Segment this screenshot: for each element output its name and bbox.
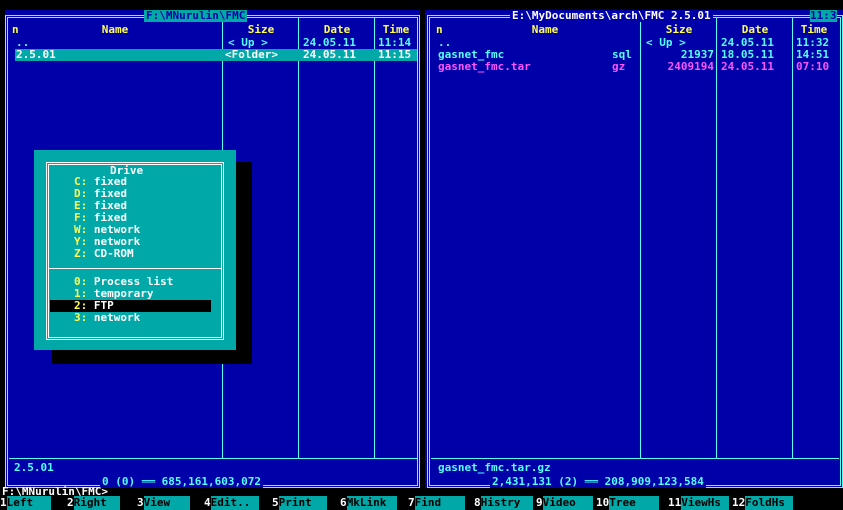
right-panel-path: E:\MyDocuments\arch\FMC 2.5.01: [510, 9, 713, 22]
list-item-size: 21937: [680, 49, 714, 61]
list-item-name[interactable]: gasnet_fmc: [438, 49, 598, 61]
list-item-size: < Up >: [228, 37, 268, 49]
list-item-date: 24.05.11: [303, 49, 356, 61]
fkey-num: 6: [340, 496, 347, 509]
fkey-5[interactable]: 5Print: [272, 496, 327, 510]
fkey-label: Print: [278, 496, 327, 510]
fkey-label: Video: [542, 496, 593, 510]
fkey-num: 1: [0, 496, 7, 509]
list-item-name[interactable]: ..: [16, 37, 216, 49]
fkey-10[interactable]: 10Tree: [596, 496, 660, 510]
fkey-7[interactable]: 7Find: [408, 496, 465, 510]
list-item-size: <Folder>: [225, 49, 278, 61]
fkey-num: 7: [408, 496, 415, 509]
fkey-label: Tree: [609, 496, 660, 510]
list-item-name[interactable]: ..: [438, 37, 598, 49]
left-current-file: 2.5.01: [14, 461, 54, 474]
clock: 11:3: [810, 9, 837, 22]
fkey-num: 10: [596, 496, 610, 509]
list-item-name[interactable]: gasnet_fmc.tar: [438, 61, 598, 73]
list-item-size: < Up >: [646, 37, 686, 49]
right-header-n: n: [436, 23, 443, 36]
left-col-divider: [298, 18, 299, 458]
right-col-divider: [640, 18, 641, 458]
list-item-date: 24.05.11: [303, 37, 356, 49]
menu-key: 3:: [74, 311, 88, 324]
drive-menu-separator: [49, 268, 221, 269]
left-header-n: n: [12, 23, 19, 36]
list-item-date: 24.05.11: [721, 61, 774, 73]
left-header-name[interactable]: Name: [40, 24, 190, 36]
right-header-time[interactable]: Time: [794, 24, 834, 36]
list-item-time: 11:32: [796, 37, 830, 49]
fkey-label: Edit..: [210, 496, 259, 510]
fkey-num: 5: [272, 496, 279, 509]
right-header-date[interactable]: Date: [718, 24, 792, 36]
left-header-date[interactable]: Date: [300, 24, 374, 36]
list-item-time: 11:14: [378, 37, 412, 49]
list-item-size: 2409194: [667, 61, 714, 73]
fkey-4[interactable]: 4Edit..: [204, 496, 259, 510]
fkey-label: FoldHs: [745, 496, 794, 510]
list-item-time: 14:51: [796, 49, 830, 61]
left-col-divider: [374, 18, 375, 458]
list-item-time: 07:10: [796, 61, 830, 73]
fkey-num: 8: [474, 496, 481, 509]
fkey-label: Right: [73, 496, 120, 510]
fkey-label: View: [143, 496, 190, 510]
list-item-name[interactable]: 2.5.01: [16, 49, 216, 61]
fkey-num: 11: [668, 496, 682, 509]
fkey-num: 9: [536, 496, 543, 509]
right-header-size[interactable]: Size: [642, 24, 716, 36]
left-header-size[interactable]: Size: [224, 24, 298, 36]
drive-type: CD-ROM: [93, 247, 134, 260]
fkey-label: Find: [414, 496, 465, 510]
right-panel-frame: [427, 15, 843, 488]
list-item-ext: sql: [612, 49, 632, 61]
fkey-1[interactable]: 1Left: [0, 496, 51, 510]
right-summary: 2,431,131 (2) ══ 208,909,123,584: [490, 475, 706, 488]
fkey-label: MkLink: [346, 496, 397, 510]
list-item-ext: gz: [612, 61, 626, 73]
menu-label: network: [93, 311, 141, 324]
list-item-date: 24.05.11: [721, 37, 774, 49]
right-current-file: gasnet_fmc.tar.gz: [438, 461, 551, 474]
fkey-12[interactable]: 12FoldHs: [732, 496, 794, 510]
drive-item-z[interactable]: Z: CD-ROM: [74, 248, 134, 260]
fkey-label: Histry: [480, 496, 533, 510]
fkey-6[interactable]: 6MkLink: [340, 496, 397, 510]
fkey-label: ViewHs: [681, 496, 730, 510]
fkey-8[interactable]: 8Histry: [474, 496, 533, 510]
fkey-num: 12: [732, 496, 746, 509]
right-col-divider: [792, 18, 793, 458]
fkey-num: 3: [137, 496, 144, 509]
list-item-date: 18.05.11: [721, 49, 774, 61]
fkey-num: 2: [67, 496, 74, 509]
menu-item-network[interactable]: 3: network: [74, 312, 140, 324]
left-panel-path: F:\MNurulin\FMC: [144, 9, 248, 22]
right-header-name[interactable]: Name: [470, 24, 620, 36]
right-col-divider: [716, 18, 717, 458]
left-header-time[interactable]: Time: [376, 24, 416, 36]
fkey-num: 4: [204, 496, 211, 509]
list-item-time: 11:15: [378, 49, 412, 61]
left-footer-line: [9, 458, 417, 459]
left-summary: 0 (0) ══ 685,161,603,072: [100, 475, 263, 488]
fkey-2[interactable]: 2Right: [67, 496, 120, 510]
fkey-3[interactable]: 3View: [137, 496, 190, 510]
right-footer-line: [431, 458, 839, 459]
fkey-9[interactable]: 9Video: [536, 496, 593, 510]
fkey-label: Left: [6, 496, 51, 510]
fkey-11[interactable]: 11ViewHs: [668, 496, 730, 510]
drive-key: Z:: [74, 247, 88, 260]
